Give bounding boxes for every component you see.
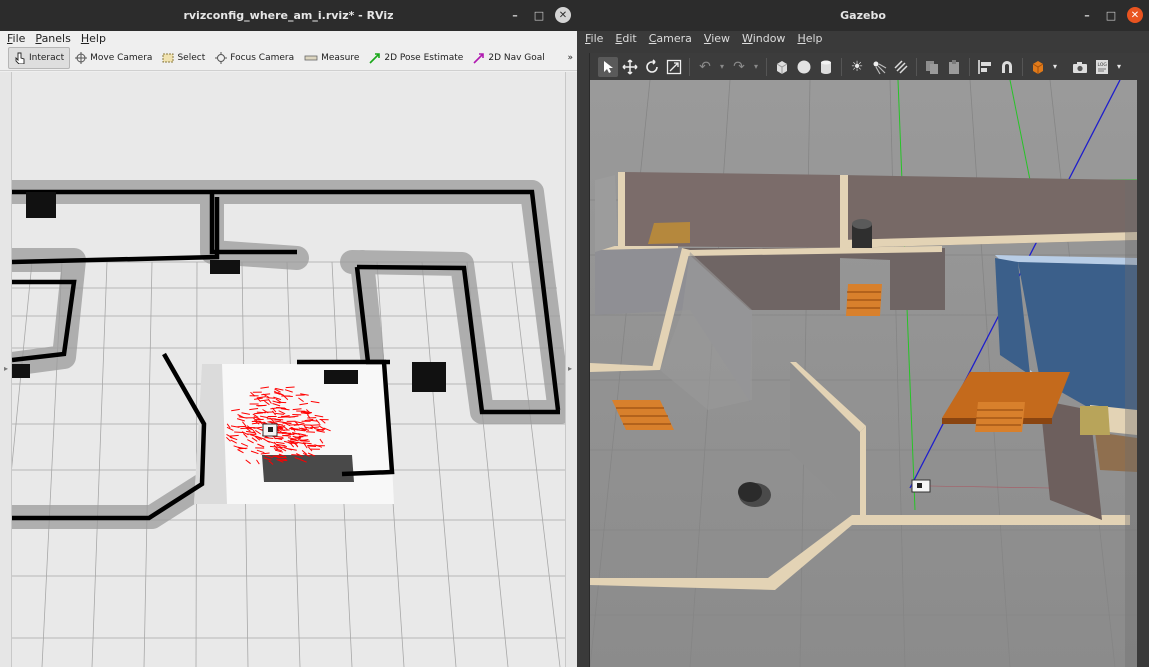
measure-icon [304,55,318,60]
svg-text:LOG: LOG [1098,62,1108,68]
rviz-3d-viewport[interactable] [12,72,565,667]
minimize-icon[interactable]: – [1079,7,1095,23]
redo-dropdown-icon[interactable]: ▾ [751,57,761,77]
close-icon[interactable]: ✕ [555,7,571,23]
measure-label: Measure [321,52,360,63]
menu-panels[interactable]: Panels [35,32,70,45]
undo-dropdown-icon[interactable]: ▾ [717,57,727,77]
nav-goal-arrow-icon [473,52,485,64]
toolbar-overflow-icon[interactable]: » [567,53,573,63]
paste-icon[interactable] [944,57,964,77]
snap-magnet-icon[interactable] [997,57,1017,77]
menu-help[interactable]: Help [81,32,106,45]
screenshot-camera-icon[interactable] [1070,57,1090,77]
pose-estimate-label: 2D Pose Estimate [384,52,464,63]
gazebo-3d-viewport[interactable] [590,80,1137,667]
maximize-icon[interactable]: □ [531,7,547,23]
particle-arrow [234,431,244,433]
gazebo-window: Gazebo – □ ✕ File Edit Camera View Windo… [577,0,1149,667]
select-label: Select [177,52,206,63]
gazebo-title: Gazebo [840,9,886,22]
menu-camera[interactable]: Camera [649,32,692,45]
view-dropdown-icon[interactable]: ▾ [1050,57,1060,77]
close-icon[interactable]: ✕ [1127,7,1143,23]
cursor-hand-icon [15,52,25,64]
menu-window[interactable]: Window [742,32,785,45]
map-obstacle [26,192,56,218]
focus-camera-tool-button[interactable]: Focus Camera [210,47,299,69]
spot-light-icon[interactable] [869,57,889,77]
menu-file[interactable]: File [7,32,25,45]
rotate-icon[interactable] [642,57,662,77]
move-camera-tool-button[interactable]: Move Camera [70,47,157,69]
gazebo-window-controls: – □ ✕ [1079,7,1143,23]
rviz-title: rvizconfig_where_am_i.rviz* - RViz [183,9,394,22]
particle-arrow [256,411,266,414]
measure-tool-button[interactable]: Measure [299,47,364,69]
rviz-menubar: File Panels Help [0,31,577,45]
copy-icon[interactable] [922,57,942,77]
particle-arrow [306,431,316,433]
menu-help[interactable]: Help [797,32,822,45]
particle-arrow [298,435,308,437]
move-camera-label: Move Camera [90,52,153,63]
pose-estimate-arrow-icon [369,52,381,64]
directional-light-icon[interactable] [891,57,911,77]
gazebo-menubar: File Edit Camera View Window Help [577,31,1149,45]
orange-cube-view-icon[interactable] [1028,57,1048,77]
rviz-toolbar: Interact Move Camera Select Focus Camera… [0,45,577,71]
select-tool-button[interactable]: Select [157,47,210,69]
nav-goal-tool-button[interactable]: 2D Nav Goal [468,47,549,69]
particle-arrow [277,416,287,418]
scale-icon[interactable] [664,57,684,77]
particle-arrow [266,397,276,399]
maximize-icon[interactable]: □ [1103,7,1119,23]
sphere-shape-icon[interactable] [794,57,814,77]
move-camera-icon [75,51,88,64]
select-icon [162,53,174,62]
particle-arrow [291,454,301,456]
rviz-window: rvizconfig_where_am_i.rviz* - RViz – □ ✕… [0,0,577,667]
point-light-icon[interactable]: ☀ [847,57,867,77]
toolbar-overflow-icon[interactable]: ▾ [1114,57,1124,77]
redo-icon[interactable]: ↷ [729,57,749,77]
particle-arrow [285,386,295,389]
particle-arrow [307,445,317,447]
rviz-titlebar: rvizconfig_where_am_i.rviz* - RViz – □ ✕ [0,0,577,31]
particle-arrow [229,434,239,437]
robot-model [911,479,931,493]
particle-arrow [288,424,298,426]
select-arrow-icon[interactable] [598,56,618,77]
gazebo-right-dock[interactable] [1139,80,1149,667]
particle-arrow [272,455,282,457]
gazebo-titlebar: Gazebo – □ ✕ [577,0,1149,31]
gazebo-toolbar: ↶ ▾ ↷ ▾ ☀ ▾ LOG ▾ [590,53,1149,80]
particle-arrow [290,428,300,431]
box-shape-icon[interactable] [772,57,792,77]
focus-camera-icon [215,51,228,64]
orange-shelf [846,284,882,316]
particle-arrow [276,407,286,409]
minimize-icon[interactable]: – [507,7,523,23]
interact-label: Interact [29,52,65,63]
menu-view[interactable]: View [704,32,730,45]
cylinder-shape-icon[interactable] [816,57,836,77]
translate-icon[interactable] [620,57,640,77]
interact-tool-button[interactable]: Interact [8,46,71,69]
align-icon[interactable] [975,57,995,77]
cylinder-obstacle [852,219,872,248]
menu-edit[interactable]: Edit [615,32,636,45]
left-collapse-icon[interactable]: ▸ [4,364,8,373]
nav-goal-label: 2D Nav Goal [488,52,545,63]
particle-arrow [309,426,319,429]
gazebo-left-dock[interactable] [577,53,590,667]
focus-camera-label: Focus Camera [230,52,295,63]
menu-file[interactable]: File [585,32,603,45]
pose-estimate-tool-button[interactable]: 2D Pose Estimate [364,47,468,69]
orange-shelf [975,402,1025,432]
undo-icon[interactable]: ↶ [695,57,715,77]
right-collapse-icon[interactable]: ▸ [568,364,572,373]
log-record-icon[interactable]: LOG [1092,57,1112,77]
rviz-window-controls: – □ ✕ [507,7,571,23]
